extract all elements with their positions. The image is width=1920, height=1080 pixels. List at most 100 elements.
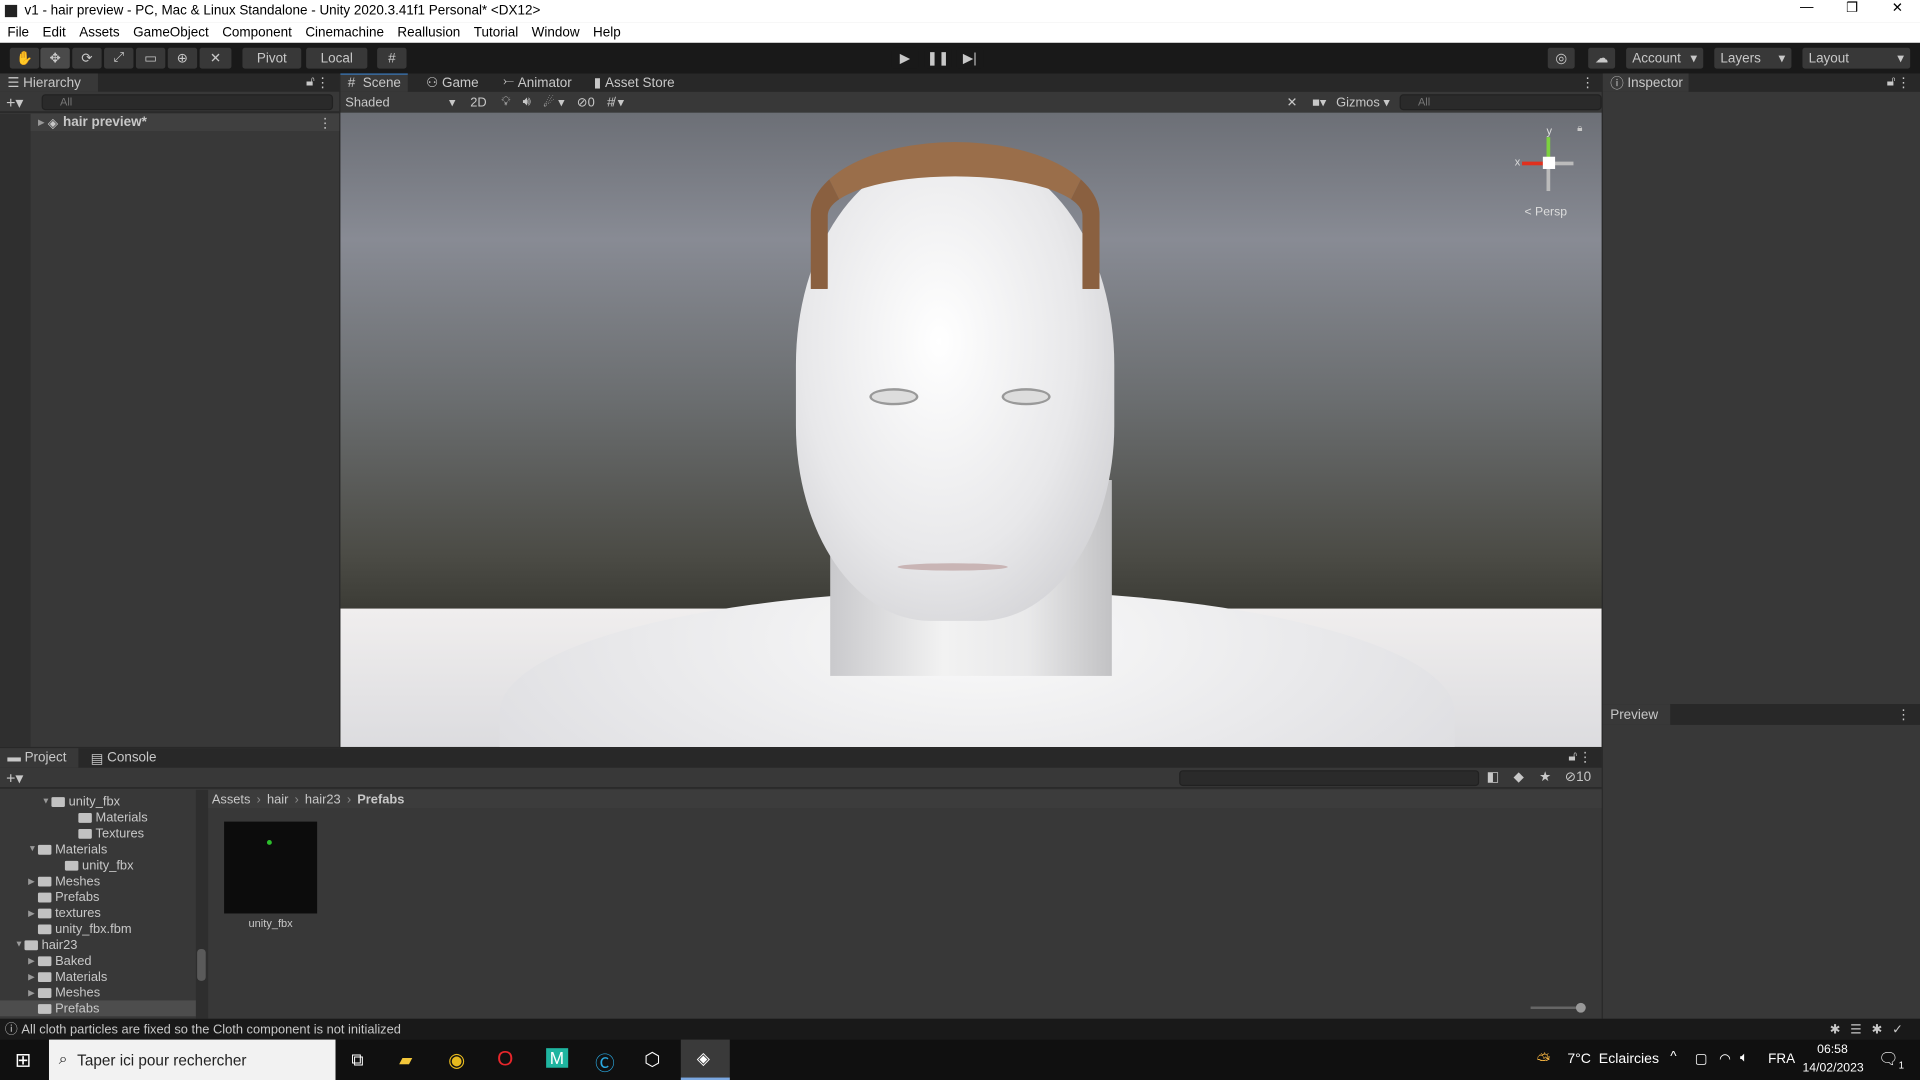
task-view-icon[interactable]: ⧉ [351, 1049, 363, 1070]
weather-text[interactable]: 7°C Eclaircies [1567, 1052, 1659, 1067]
menu-edit[interactable]: Edit [43, 25, 66, 40]
folder-tree-item[interactable]: ▶ Materials [28, 969, 107, 985]
menu-gameobject[interactable]: GameObject [133, 25, 209, 40]
hierarchy-item-scene[interactable]: ▶ ◈ hair preview* ⋮ [30, 113, 340, 132]
folder-tree-item[interactable]: Prefabs [28, 889, 99, 905]
taskbar-search-input[interactable]: ⌕ Taper ici pour rechercher [48, 1039, 336, 1080]
hidden-objects-toggle[interactable]: ⊘0 [577, 95, 595, 110]
menu-cinemachine[interactable]: Cinemachine [305, 25, 384, 40]
character-creator-icon[interactable]: Ⓒ [595, 1047, 615, 1076]
audio-toggle-icon[interactable]: 🔊︎ [523, 94, 531, 110]
expand-arrow-icon[interactable]: ▼ [42, 797, 52, 806]
2d-toggle[interactable]: 2D [470, 95, 486, 110]
move-tool-icon[interactable]: ✥ [40, 47, 70, 69]
perspective-label[interactable]: < Persp [1524, 206, 1567, 219]
asset-item[interactable]: unity_fbx [224, 821, 318, 944]
clock-date[interactable]: 14/02/2023 [1802, 1062, 1863, 1075]
tab-scene[interactable]: # Scene [340, 73, 409, 92]
windows-start-icon[interactable]: ⊞ [15, 1048, 31, 1072]
lock-icon[interactable]: 🔓︎ [1887, 75, 1896, 91]
folder-tree-item[interactable]: Materials [69, 809, 148, 825]
lighting-toggle-icon[interactable]: 💡︎ [501, 94, 510, 110]
chrome-icon[interactable]: ◉ [448, 1048, 465, 1072]
scene-viewport[interactable]: y x 🔒︎ < Persp [340, 112, 1602, 747]
unity-hub-icon[interactable]: ⬡ [644, 1048, 660, 1070]
pause-button[interactable]: ❚❚ [924, 47, 952, 69]
status-message[interactable]: All cloth particles are fixed so the Clo… [21, 1022, 400, 1037]
rotate-tool-icon[interactable]: ⟳ [72, 47, 102, 69]
restore-button[interactable]: ❐ [1829, 0, 1874, 16]
menu-window[interactable]: Window [532, 25, 580, 40]
filter-by-label-icon[interactable]: ◆ [1513, 769, 1523, 785]
expand-arrow-icon[interactable]: ▶ [38, 118, 48, 128]
tab-preview[interactable]: Preview [1602, 704, 1671, 725]
expand-arrow-icon[interactable]: ▼ [28, 845, 38, 854]
add-button[interactable]: +▾ [6, 93, 23, 113]
step-button[interactable]: ▶| [956, 47, 984, 69]
pivot-toggle[interactable]: Pivot [242, 47, 302, 69]
expand-arrow-icon[interactable]: ▼ [15, 940, 25, 949]
custom-tool-icon[interactable]: ✕ [199, 47, 232, 69]
menu-assets[interactable]: Assets [79, 25, 119, 40]
kebab-menu-icon[interactable]: ⋮ [1581, 75, 1594, 91]
wifi-icon[interactable]: ◠ [1719, 1051, 1731, 1067]
expand-arrow-icon[interactable]: ▶ [28, 956, 38, 966]
menu-file[interactable]: File [7, 25, 29, 40]
menu-component[interactable]: Component [222, 25, 292, 40]
gizmos-dropdown[interactable]: Gizmos ▾ [1336, 95, 1390, 110]
tree-scrollbar[interactable] [195, 789, 209, 1019]
folder-tree-item[interactable]: ▶ Meshes [28, 873, 100, 889]
folder-tree-item[interactable]: Textures [69, 825, 144, 841]
favorites-icon[interactable]: ★ [1539, 769, 1551, 785]
maya-icon[interactable]: M [546, 1048, 568, 1068]
shading-mode-dropdown[interactable]: Shaded ▾ [340, 95, 460, 110]
tab-hierarchy[interactable]: ☰ Hierarchy [0, 73, 98, 92]
lock-icon[interactable]: 🔓︎ [1568, 749, 1577, 765]
collab-icon[interactable]: ◎ [1547, 47, 1575, 69]
menu-tutorial[interactable]: Tutorial [474, 25, 518, 40]
folder-tree-item[interactable]: unity_fbx [55, 857, 134, 873]
breadcrumb-hair23[interactable]: hair23 [305, 792, 341, 807]
folder-tree-item[interactable]: ▼ Materials [28, 841, 107, 857]
menu-reallusion[interactable]: Reallusion [397, 25, 460, 40]
clock-time[interactable]: 06:58 [1817, 1043, 1848, 1056]
minimize-button[interactable]: — [1784, 0, 1829, 16]
expand-arrow-icon[interactable]: ▶ [28, 988, 38, 998]
kebab-menu-icon[interactable]: ⋮ [1897, 707, 1910, 723]
language-indicator[interactable]: FRA [1768, 1052, 1795, 1067]
layers-dropdown[interactable]: Layers ▾ [1714, 47, 1792, 69]
tools-icon[interactable]: ✕ [1287, 95, 1298, 110]
hidden-packages-toggle[interactable]: ⊘10 [1565, 769, 1591, 785]
hand-tool-icon[interactable]: ✋ [9, 47, 40, 69]
orientation-gizmo[interactable]: y x 🔒︎ < Persp [1510, 122, 1583, 223]
thumbnail-size-slider[interactable] [1530, 1002, 1586, 1013]
kebab-menu-icon[interactable]: ⋮ [1578, 749, 1591, 766]
opera-icon[interactable]: O [497, 1047, 513, 1071]
tab-asset-store[interactable]: ▮ Asset Store [587, 73, 682, 91]
breadcrumb-hair[interactable]: hair [267, 792, 288, 807]
lock-icon[interactable]: 🔓︎ [306, 75, 315, 91]
lock-icon[interactable]: 🔒︎ [1577, 122, 1582, 134]
close-button[interactable]: ✕ [1875, 0, 1920, 16]
kebab-menu-icon[interactable]: ⋮ [318, 114, 331, 131]
meet-now-icon[interactable]: ▢ [1695, 1051, 1708, 1067]
tab-game[interactable]: ⚇ Game [419, 73, 486, 91]
tray-expand-icon[interactable]: ^ [1670, 1049, 1676, 1064]
file-explorer-icon[interactable]: ▰ [399, 1049, 412, 1070]
folder-tree-item[interactable]: ▼ unity_fbx [42, 793, 120, 809]
kebab-menu-icon[interactable]: ⋮ [1897, 75, 1910, 91]
transform-tool-icon[interactable]: ⊕ [167, 47, 198, 69]
notifications-icon[interactable]: 🗨︎1 [1878, 1049, 1904, 1071]
folder-tree-item[interactable]: Prefabs [0, 1000, 196, 1017]
cloud-icon[interactable]: ☁ [1588, 47, 1616, 69]
expand-arrow-icon[interactable]: ▶ [28, 908, 38, 918]
folder-tree-item[interactable]: unity_fbx.fbm [28, 921, 132, 937]
kebab-menu-icon[interactable]: ⋮ [316, 75, 329, 91]
effects-toggle-icon[interactable]: ☄ ▾ [543, 95, 565, 110]
layout-dropdown[interactable]: Layout ▾ [1802, 47, 1911, 69]
hierarchy-search-input[interactable]: All [41, 94, 334, 111]
tab-console[interactable]: ▤ Console [83, 748, 164, 768]
scale-tool-icon[interactable]: ⤢ [104, 47, 134, 69]
project-search-input[interactable] [1179, 770, 1480, 787]
folder-tree-item[interactable]: ▶ Meshes [28, 984, 100, 1000]
